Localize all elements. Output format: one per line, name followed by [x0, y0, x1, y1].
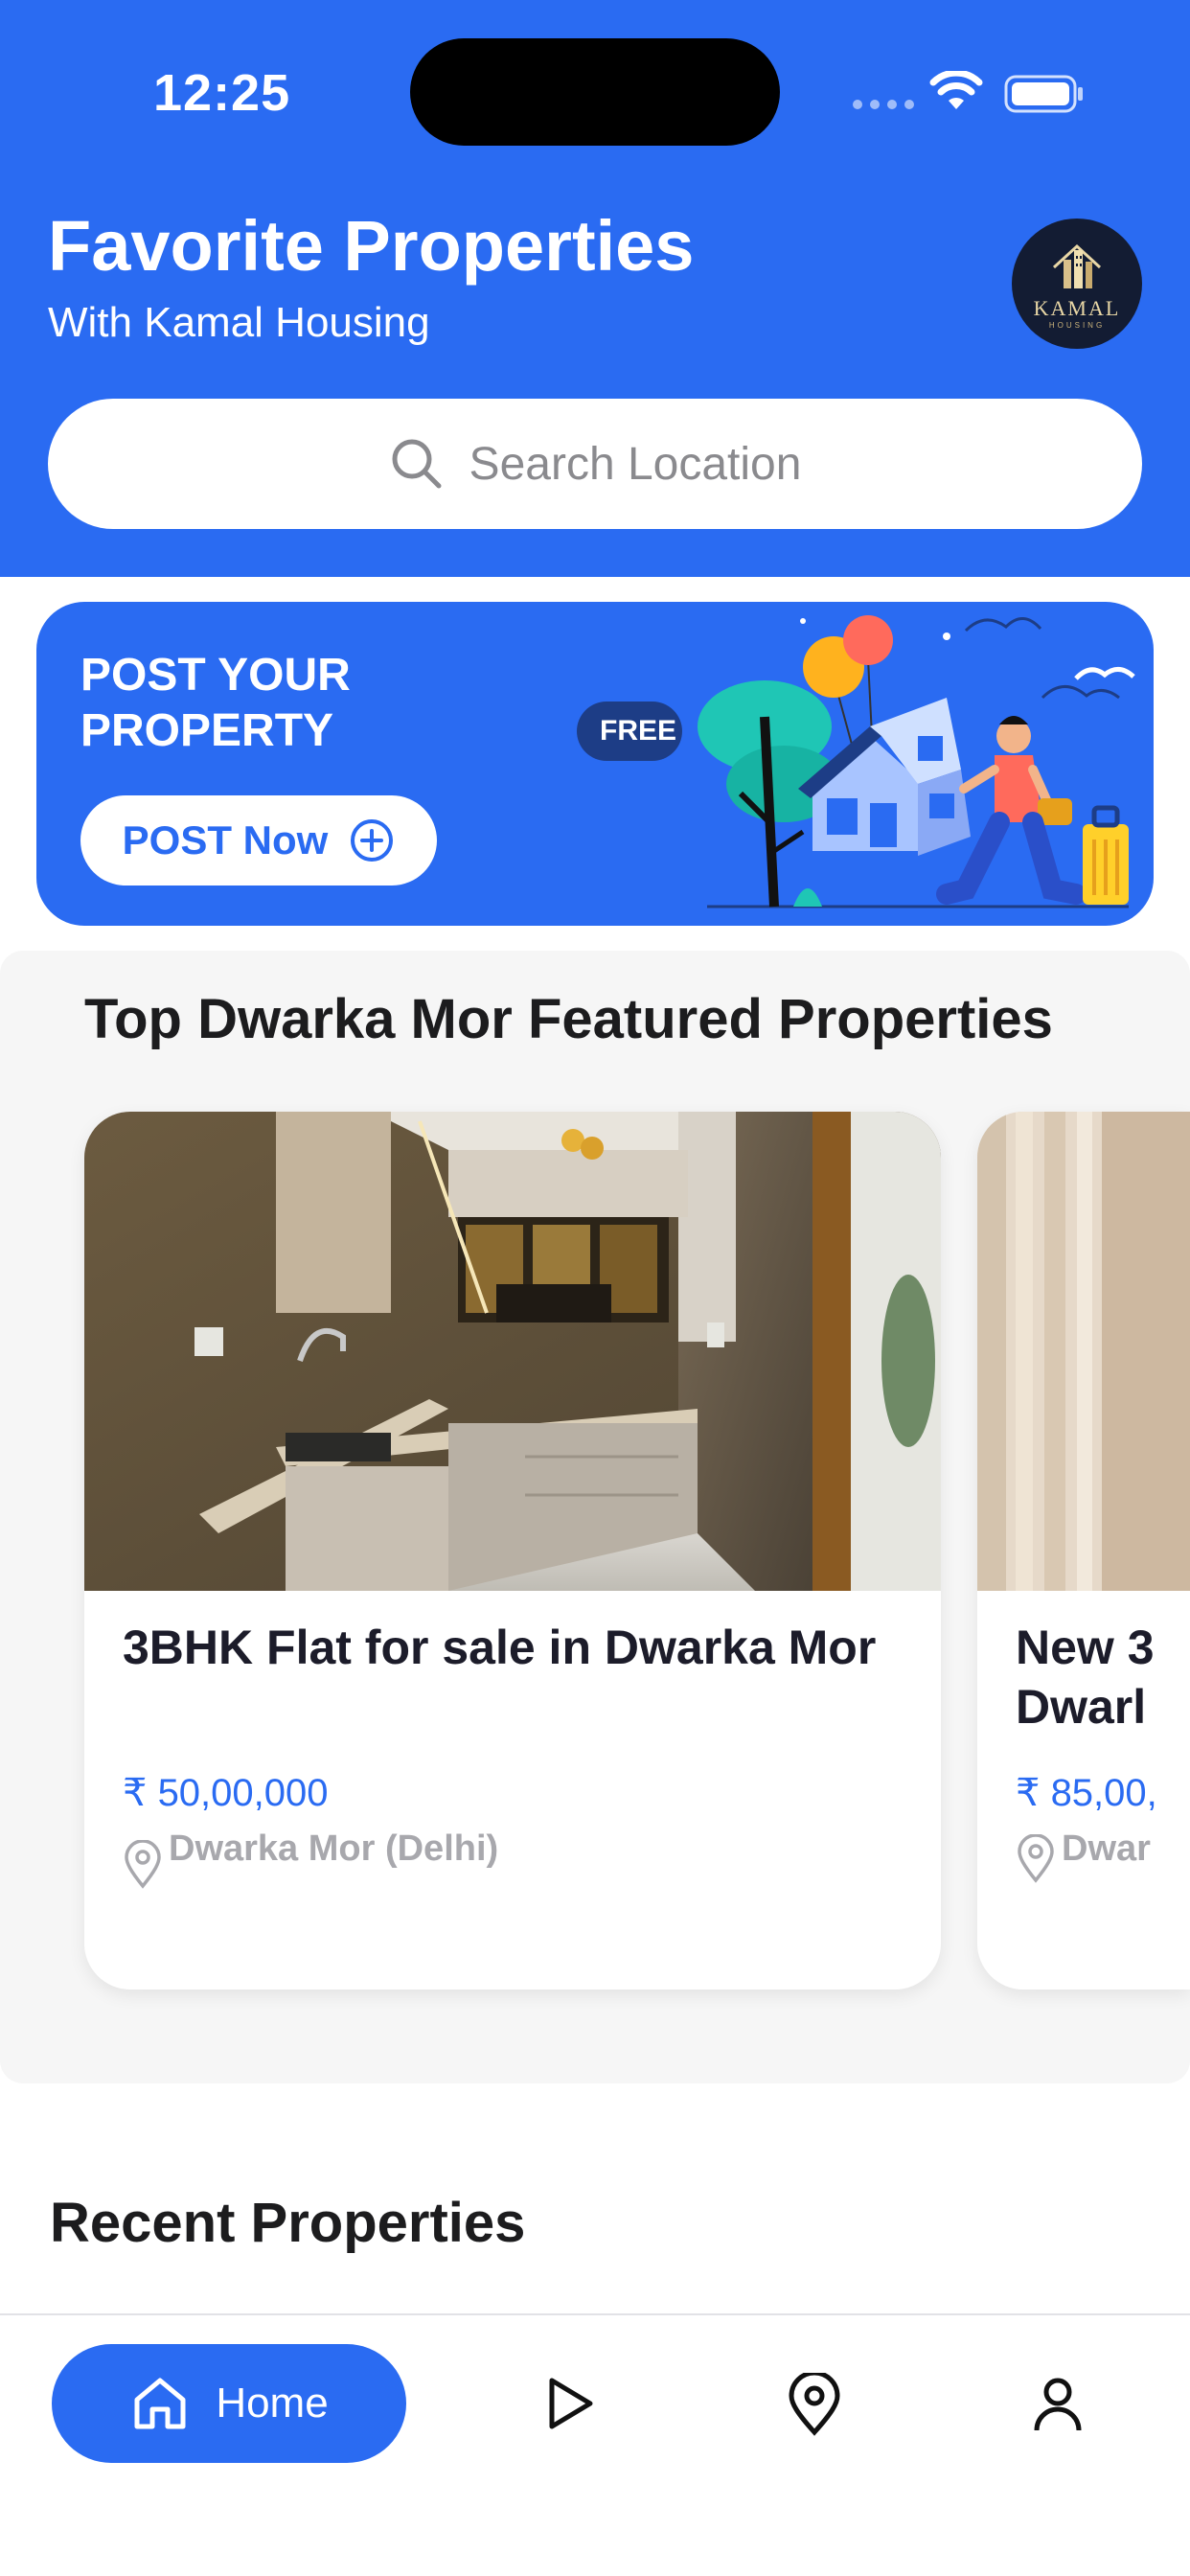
building-icon	[1052, 243, 1102, 288]
property-price: ₹ 85,00,	[1016, 1772, 1157, 1814]
logo-text: KAMAL	[1033, 295, 1121, 320]
location-pin-icon	[1018, 1834, 1054, 1883]
location-pin-icon	[125, 1840, 161, 1889]
location-pin-icon[interactable]	[784, 2373, 845, 2438]
property-location: Dwar	[1016, 1828, 1151, 1884]
tab-bar: Home	[0, 2313, 1190, 2576]
house-delivery-illustration	[698, 615, 1135, 908]
property-card[interactable]: 3BHK Flat for sale in Dwarka Mor ₹ 50,00…	[84, 1112, 941, 1990]
user-icon[interactable]	[1027, 2373, 1088, 2434]
home-icon	[134, 2378, 186, 2429]
page-title: Favorite Properties	[48, 206, 695, 286]
logo-subtext: HOUSING	[1048, 320, 1106, 330]
property-card[interactable]: New 3 Dwarl ₹ 85,00, Dwar	[977, 1112, 1190, 1990]
property-location-text: Dwarka Mor (Delhi)	[169, 1828, 499, 1869]
search-input[interactable]: Search Location	[48, 399, 1142, 529]
featured-title: Top Dwarka Mor Featured Properties	[84, 988, 1053, 1050]
search-icon	[392, 439, 442, 489]
property-title: 3BHK Flat for sale in Dwarka Mor	[123, 1621, 877, 1674]
banner-title: POST YOUR PROPERTY	[80, 650, 351, 756]
search-placeholder: Search Location	[469, 438, 802, 490]
recent-title: Recent Properties	[50, 2192, 526, 2254]
property-image-kitchen	[84, 1112, 941, 1591]
wifi-icon	[929, 71, 983, 109]
property-location: Dwarka Mor (Delhi)	[123, 1828, 498, 1890]
post-now-button[interactable]: POST Now	[80, 795, 437, 886]
battery-icon	[1004, 75, 1083, 113]
property-image	[977, 1112, 1190, 1591]
signal-icon	[853, 100, 914, 109]
tab-home-label: Home	[216, 2380, 329, 2426]
property-location-text: Dwar	[1062, 1828, 1151, 1869]
property-price: ₹ 50,00,000	[123, 1772, 329, 1814]
plus-circle-icon	[351, 819, 394, 862]
play-icon[interactable]	[538, 2373, 600, 2434]
dynamic-island	[410, 38, 780, 146]
post-property-banner[interactable]: POST YOUR PROPERTY POST Now FREE	[36, 602, 1154, 926]
property-title: New 3 Dwarl	[1016, 1621, 1155, 1734]
status-time: 12:25	[153, 64, 291, 122]
page-subtitle: With Kamal Housing	[48, 299, 430, 346]
brand-logo[interactable]: KAMAL HOUSING	[1012, 218, 1142, 349]
post-now-label: POST Now	[122, 817, 329, 862]
tab-home[interactable]: Home	[52, 2344, 406, 2463]
header: 12:25 Favorite Properties With Kamal Hou…	[0, 0, 1190, 577]
